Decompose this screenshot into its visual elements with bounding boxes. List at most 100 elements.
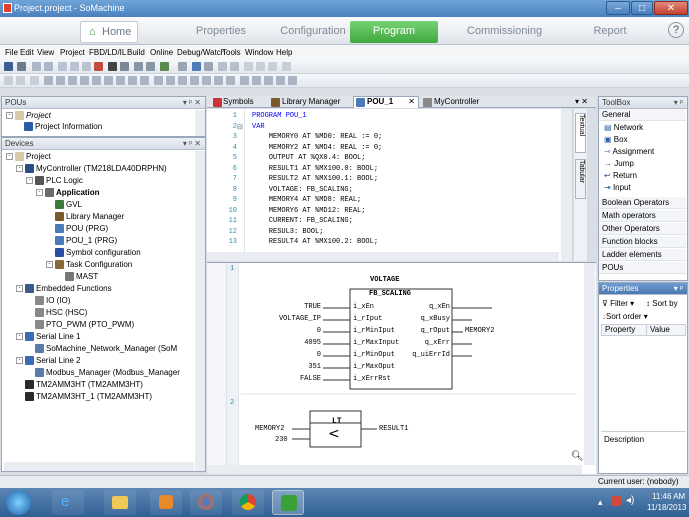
device-tree-item[interactable]: Modbus_Manager (Modbus_Manager [26, 367, 180, 378]
cut-icon[interactable] [58, 62, 67, 71]
code-v-scrollbar[interactable] [561, 109, 572, 261]
fbd-tool-5-icon[interactable] [56, 76, 65, 85]
delete-icon[interactable] [94, 62, 103, 71]
value-column-header[interactable]: Value [646, 325, 670, 335]
toolbar-icon[interactable] [178, 62, 187, 71]
maximize-button[interactable]: □ [631, 1, 653, 15]
fbd-tool-6-icon[interactable] [68, 76, 77, 85]
tab-report[interactable]: Report [575, 21, 645, 43]
code-line[interactable]: 13 RESULT4 AT %MX100.2: BOOL; [207, 237, 559, 247]
start-button-icon[interactable] [6, 490, 31, 515]
print-icon[interactable] [17, 62, 26, 71]
code-line[interactable]: 9 MEMORY4 AT %MD8: REAL; [207, 195, 559, 205]
build-all-icon[interactable] [146, 62, 155, 71]
fbd-tool-9-icon[interactable] [104, 76, 113, 85]
collapse-icon[interactable]: - [6, 153, 13, 161]
fbd-tool-12-icon[interactable] [140, 76, 149, 85]
tray-up-arrow-icon[interactable]: ▴ [598, 497, 603, 508]
menu-help[interactable]: Help [276, 48, 292, 57]
stop-icon[interactable] [230, 62, 239, 71]
code-line[interactable]: 5 OUTPUT AT %QX0.4: BOOL; [207, 153, 559, 163]
property-column-header[interactable]: Property [605, 325, 635, 335]
close-button[interactable]: ✕ [654, 1, 688, 15]
fbd-tool-11-icon[interactable] [128, 76, 137, 85]
device-tree-item[interactable]: - Serial Line 2 [16, 355, 80, 366]
device-tree-item[interactable]: HSC (HSC) [26, 307, 87, 318]
undo-icon[interactable] [32, 62, 41, 71]
clock-time[interactable]: 11:46 AM [652, 492, 685, 501]
redo-icon[interactable] [44, 62, 53, 71]
code-line[interactable]: 10 MEMORY6 AT %MD12: REAL; [207, 206, 559, 216]
minimize-button[interactable]: – [606, 1, 630, 15]
fbd-tool-19-icon[interactable] [226, 76, 235, 85]
somachine-taskbar-icon[interactable] [272, 490, 304, 515]
menu-edit[interactable]: Edit [20, 48, 34, 57]
code-h-scrollbar[interactable] [207, 252, 559, 261]
textual-view-tab[interactable]: Textual [575, 113, 586, 153]
file-explorer-icon[interactable] [104, 490, 136, 515]
fb-input-value[interactable]: 351 [308, 363, 321, 371]
menu-window[interactable]: Window [245, 48, 273, 57]
tab-symbols[interactable]: Symbols [211, 97, 267, 108]
pous-scrollbar[interactable] [195, 110, 205, 136]
menu-online[interactable]: Online [150, 48, 173, 57]
toolbox-category[interactable]: POUs [599, 262, 686, 274]
tab-commissioning[interactable]: Commissioning [457, 21, 552, 43]
close-tab-icon[interactable]: ✕ [408, 97, 415, 107]
code-line[interactable]: 6 RESULT1 AT %MX100.0: BOOL; [207, 164, 559, 174]
fbd-tool-21-icon[interactable] [252, 76, 261, 85]
zoom-icon[interactable]: 🔍︎ [571, 451, 584, 462]
code-line[interactable]: 3 MEMORY0 AT %MD0: REAL := 0; [207, 132, 559, 142]
filter-button[interactable]: ⊽ Filter ▾ [602, 299, 634, 308]
device-tree-item[interactable]: POU (PRG) [46, 223, 108, 234]
fbd-tool-20-icon[interactable] [240, 76, 249, 85]
collapse-icon[interactable]: - [36, 189, 43, 197]
fbd-tool-2-icon[interactable] [16, 76, 25, 85]
copy-icon[interactable] [70, 62, 79, 71]
device-tree-item[interactable]: - Application [36, 187, 100, 198]
menu-file[interactable]: File [5, 48, 18, 57]
code-line[interactable]: 1 PROGRAM POU_1 [207, 111, 559, 121]
collapse-icon[interactable]: - [26, 177, 33, 185]
code-line[interactable]: 11 CURRENT: FB_SCALING; [207, 216, 559, 226]
login-icon[interactable] [192, 62, 201, 71]
toolbox-item[interactable]: → Jump [599, 158, 686, 170]
sort-order-button[interactable]: ↓Sort order ▾ [602, 312, 648, 321]
media-player-icon[interactable] [150, 490, 182, 515]
fold-marker-icon[interactable]: ⊟ [237, 123, 243, 131]
devices-scrollbar[interactable] [195, 151, 205, 471]
fbd-tool-7-icon[interactable] [80, 76, 89, 85]
chrome-icon[interactable] [232, 490, 264, 515]
collapse-icon[interactable]: - [16, 333, 23, 341]
fbd-tool-13-icon[interactable] [154, 76, 163, 85]
code-line[interactable]: 2 VAR [207, 122, 559, 132]
tab-configuration[interactable]: Configuration [268, 21, 358, 43]
lt-input-2[interactable]: 230 [275, 436, 288, 444]
menu-project[interactable]: Project [60, 48, 85, 57]
fbd-h-scrollbar[interactable] [207, 465, 582, 474]
collapse-icon[interactable]: - [46, 261, 53, 269]
device-tree-item[interactable]: - PLC Logic [26, 175, 83, 186]
fbd-tool-17-icon[interactable] [202, 76, 211, 85]
menu-view[interactable]: View [37, 48, 54, 57]
toolbox-item[interactable]: ⇾ Assignment [599, 146, 686, 158]
internet-explorer-icon[interactable]: e [52, 490, 84, 515]
device-tree-item[interactable]: Library Manager [46, 211, 124, 222]
code-area[interactable]: 1 PROGRAM POU_1 2 VAR 3 MEMORY0 AT %MD0: REA… [207, 111, 559, 251]
toolbox-item[interactable]: ▣ Box [599, 134, 686, 146]
tabular-view-tab[interactable]: Tabular [575, 159, 586, 199]
menu-tools[interactable]: Tools [222, 48, 241, 57]
collapse-icon[interactable]: - [16, 357, 23, 365]
device-tree-item[interactable]: - Embedded Functions [16, 283, 112, 294]
home-button[interactable]: ⌂ Home [80, 21, 138, 43]
project-information-row[interactable]: Project Information [24, 121, 102, 132]
toolbox-item[interactable]: ⇥ Input [599, 182, 686, 194]
menu-build[interactable]: Build [127, 48, 145, 57]
device-tree-item[interactable]: - Task Configuration [46, 259, 132, 270]
clock-date[interactable]: 11/18/2013 [647, 503, 686, 512]
fbd-tool-4-icon[interactable] [44, 76, 53, 85]
code-line[interactable]: 8 VOLTAGE: FB_SCALING; [207, 185, 559, 195]
pin-icon[interactable]: ▾ ᵖ [674, 97, 683, 108]
start-icon[interactable] [218, 62, 227, 71]
code-line[interactable]: 4 MEMORY2 AT %MD4: REAL := 0; [207, 143, 559, 153]
